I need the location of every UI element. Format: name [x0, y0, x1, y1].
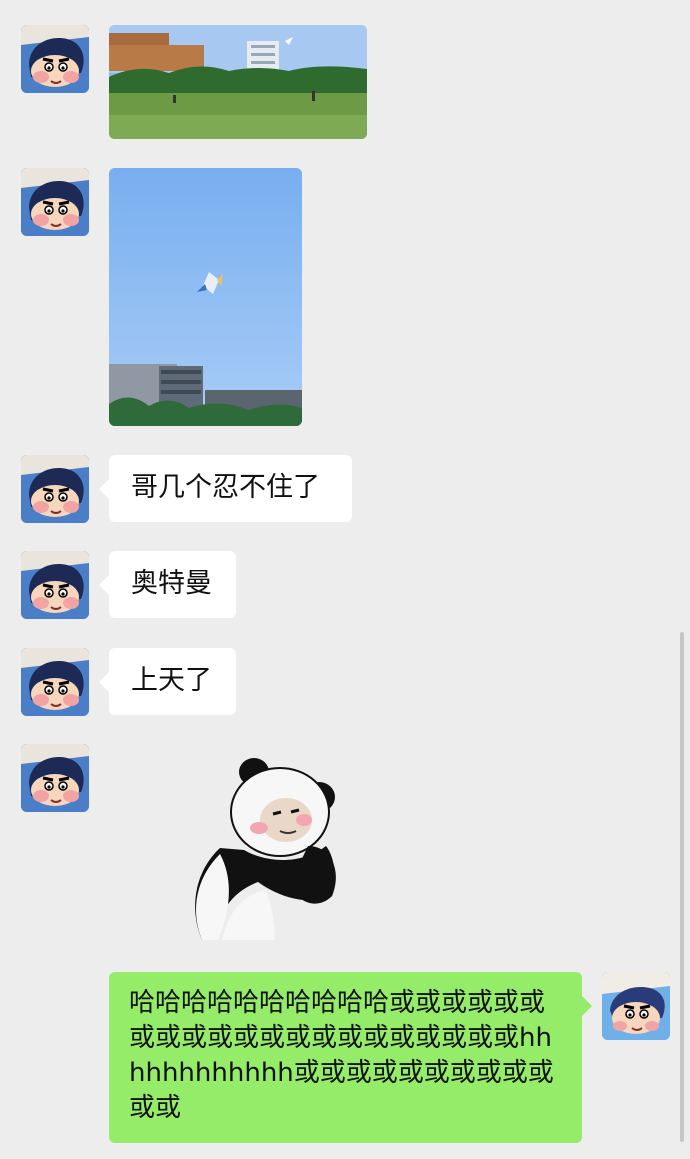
incoming-message-bubble[interactable]: 奥特曼: [99, 551, 236, 618]
cartoon-boy-avatar-icon: [21, 551, 89, 619]
incoming-message-bubble[interactable]: 哥几个忍不住了: [99, 455, 352, 522]
friend-avatar[interactable]: [21, 551, 89, 619]
outgoing-message-bubble[interactable]: 哈哈哈哈哈哈哈哈哈哈或或或或或或或或或或或或或或或或或或或或或hhhhhhhhh…: [109, 972, 592, 1143]
friend-avatar[interactable]: [21, 25, 89, 93]
friend-avatar[interactable]: [21, 744, 89, 812]
chat-window: 哥几个忍不住了 奥特曼 上天了 哈哈哈哈哈哈哈哈哈哈或或或或或或或或或或或或或或…: [0, 0, 690, 1159]
scrollbar[interactable]: [680, 632, 684, 1142]
image-message-lawn[interactable]: [109, 25, 367, 139]
cartoon-boy-avatar-icon: [21, 25, 89, 93]
cartoon-boy-avatar-icon: [21, 648, 89, 716]
friend-avatar[interactable]: [21, 455, 89, 523]
message-text: 上天了: [131, 665, 212, 696]
friend-avatar[interactable]: [21, 168, 89, 236]
message-text: 哥几个忍不住了: [131, 472, 320, 503]
incoming-message-bubble[interactable]: 上天了: [99, 648, 236, 715]
message-text: 奥特曼: [131, 568, 212, 599]
my-avatar[interactable]: [602, 972, 670, 1040]
cartoon-boy-avatar-icon: [602, 972, 670, 1040]
image-message-kite[interactable]: [109, 168, 302, 426]
cartoon-boy-avatar-icon: [21, 455, 89, 523]
message-text: 哈哈哈哈哈哈哈哈哈哈或或或或或或或或或或或或或或或或或或或或或hhhhhhhhh…: [129, 988, 554, 1123]
friend-avatar[interactable]: [21, 648, 89, 716]
panda-sticker-icon: [195, 758, 336, 940]
cartoon-boy-avatar-icon: [21, 744, 89, 812]
kite-in-blue-sky-photo-icon: [109, 168, 302, 426]
cartoon-boy-avatar-icon: [21, 168, 89, 236]
campus-lawn-kite-photo-icon: [109, 25, 367, 139]
panda-man-sticker[interactable]: [168, 752, 348, 946]
